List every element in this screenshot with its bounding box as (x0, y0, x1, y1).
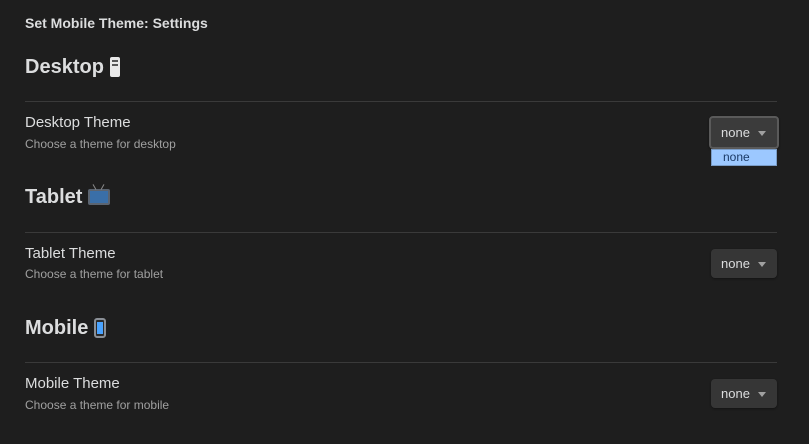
chevron-down-icon (758, 130, 766, 136)
section-divider (25, 101, 777, 102)
settings-pane: Set Mobile Theme: Settings Desktop Deskt… (0, 0, 809, 444)
setting-name-tablet-theme: Tablet Theme (25, 245, 116, 262)
section-heading-label: Desktop (25, 56, 104, 78)
section-heading-desktop: Desktop (25, 55, 120, 79)
section-heading-tablet: Tablet (25, 185, 111, 209)
setting-desc-tablet-theme: Choose a theme for tablet (25, 267, 164, 281)
chevron-down-icon (758, 391, 766, 397)
section-heading-label: Mobile (25, 317, 89, 339)
tablet-theme-dropdown[interactable]: none (711, 249, 777, 278)
television-icon (88, 189, 111, 205)
section-divider (25, 232, 777, 233)
setting-name-mobile-theme: Mobile Theme (25, 375, 120, 392)
desktop-theme-dropdown[interactable]: none (709, 116, 779, 149)
desktop-computer-icon (109, 57, 120, 77)
dropdown-selected-value: none (721, 256, 750, 271)
setting-name-desktop-theme: Desktop Theme (25, 114, 131, 131)
mobile-theme-dropdown[interactable]: none (711, 379, 777, 408)
setting-desc-desktop-theme: Choose a theme for desktop (25, 137, 176, 151)
setting-desc-mobile-theme: Choose a theme for mobile (25, 398, 170, 412)
dropdown-selected-value: none (721, 386, 750, 401)
section-heading-label: Tablet (25, 186, 83, 208)
section-heading-mobile: Mobile (25, 316, 107, 340)
section-divider (25, 362, 777, 363)
settings-title: Set Mobile Theme: Settings (25, 15, 208, 31)
dropdown-option-none[interactable]: none (711, 149, 777, 166)
chevron-down-icon (758, 261, 766, 267)
dropdown-selected-value: none (721, 125, 750, 140)
mobile-phone-icon (94, 318, 107, 338)
